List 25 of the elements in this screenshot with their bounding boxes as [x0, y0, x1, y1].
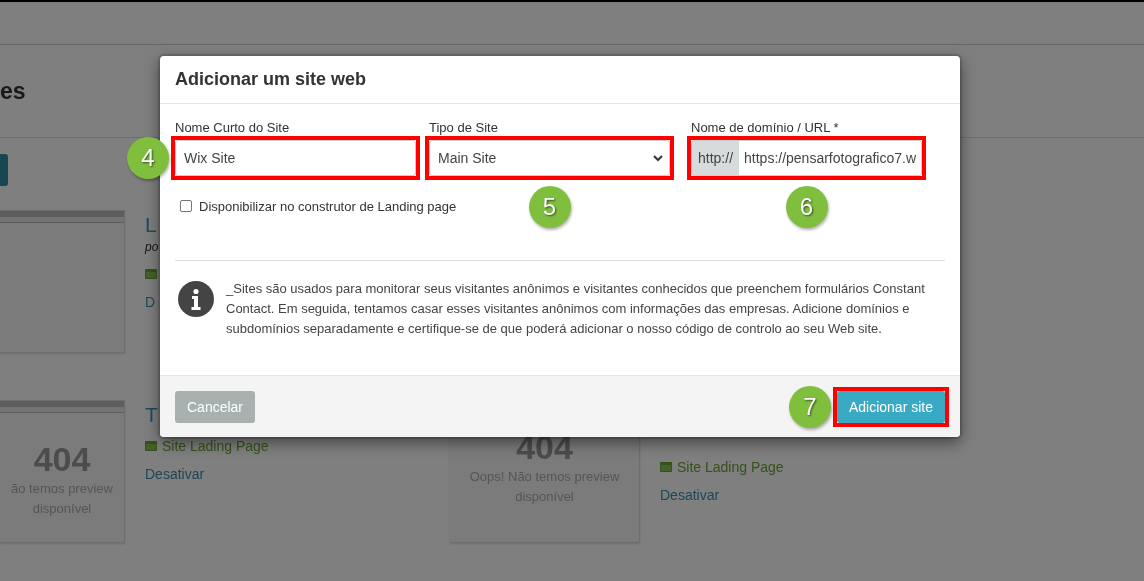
add-site-button[interactable]: Adicionar site	[836, 390, 945, 423]
step-badge: 4	[127, 137, 169, 179]
dialog-title: Adicionar um site web	[175, 69, 367, 90]
url-prefix: http://	[692, 141, 740, 175]
page-title: es	[0, 77, 26, 105]
checkbox[interactable]	[180, 200, 192, 212]
site-domain: po	[145, 239, 160, 256]
input-field[interactable]: Wix Site	[175, 140, 416, 176]
deactivate-link[interactable]: Desativar	[145, 466, 430, 482]
select-field[interactable]: Main Site	[429, 140, 670, 176]
step-badge: 7	[788, 385, 831, 428]
cancel-button[interactable]: Cancelar	[175, 390, 256, 423]
input-field[interactable]: http:// https://pensarfotografico7.w	[691, 140, 922, 176]
deactivate-link[interactable]: Desativar	[660, 487, 960, 503]
step-badge: 6	[785, 186, 828, 228]
field-label: Nome Curto do Site	[175, 120, 291, 137]
info-text: _Sites são usados para monitorar seus visitantes anônimos e visitantes conhecidos que preenchem formulários Constant Contact. Em seguida, tentamos casar esses visitantes anônimos com informações das empresas. Adicione domínios e subdomínios separadamente e certifique-se de que poderá adicionar o nosso código de controlo ao seu Web site.	[226, 280, 926, 338]
field-label: Tipo de Site	[429, 120, 499, 137]
checkbox-label: Disponibilizar no construtor de Landing page	[199, 198, 457, 214]
field-label: Nome de domínio / URL *	[691, 120, 840, 137]
landing-page-link[interactable]: Site Lading Page	[677, 459, 784, 475]
chevron-down-icon	[653, 154, 663, 162]
info-icon	[178, 281, 214, 317]
landing-page-link[interactable]: Site Lading Page	[162, 438, 269, 454]
step-badge: 5	[528, 186, 571, 228]
